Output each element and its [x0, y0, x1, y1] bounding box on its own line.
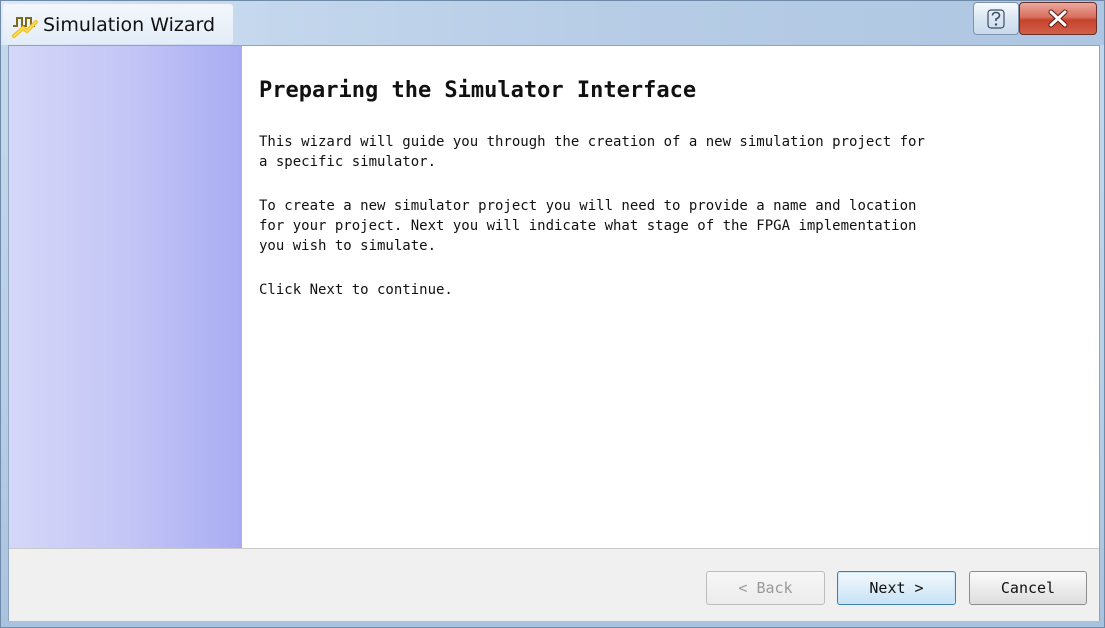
help-button[interactable]: [973, 2, 1019, 35]
cancel-button[interactable]: Cancel: [969, 571, 1087, 605]
continue-hint: Click Next to continue.: [259, 282, 453, 298]
close-x-icon: [1048, 9, 1068, 28]
next-button[interactable]: Next >: [837, 571, 956, 605]
title-area: Simulation Wizard: [3, 4, 233, 44]
waveform-app-icon: [11, 14, 39, 38]
wizard-client-area: Preparing the Simulator Interface This w…: [8, 45, 1100, 621]
instructions-paragraph: To create a new simulator project you wi…: [259, 198, 917, 254]
wizard-button-bar: < Back Next > Cancel: [9, 548, 1099, 621]
page-heading: Preparing the Simulator Interface: [259, 78, 697, 103]
close-button[interactable]: [1019, 2, 1097, 35]
wizard-side-banner: [9, 46, 242, 548]
back-button[interactable]: < Back: [706, 571, 825, 605]
simulation-wizard-window: Simulation Wizard Preparing the Simulato…: [0, 0, 1105, 628]
title-bar[interactable]: Simulation Wizard: [1, 1, 1104, 45]
wizard-page-content: Preparing the Simulator Interface This w…: [242, 46, 1099, 548]
window-title: Simulation Wizard: [43, 14, 216, 36]
intro-paragraph: This wizard will guide you through the c…: [259, 134, 925, 170]
help-question-icon: [987, 9, 1005, 29]
